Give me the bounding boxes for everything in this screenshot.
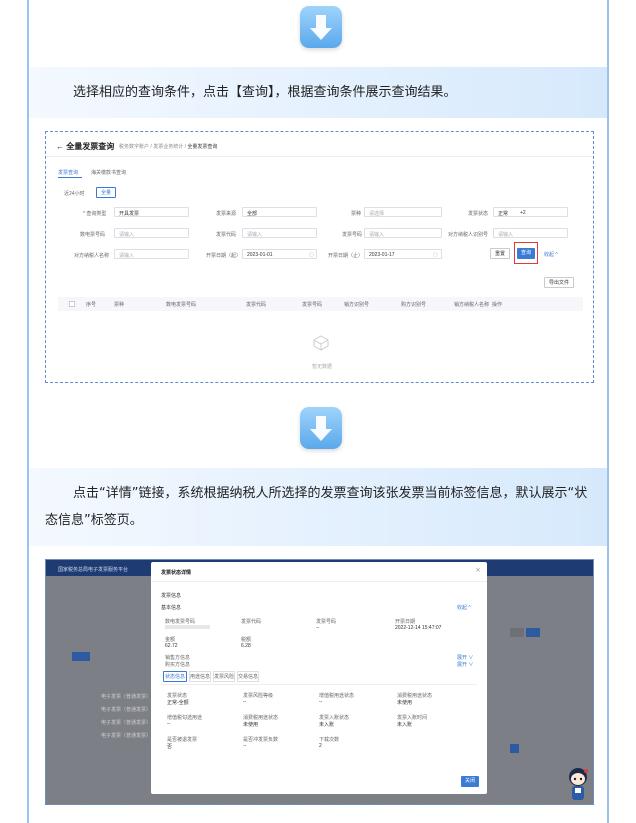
down-arrow-icon — [300, 6, 342, 48]
digital-invoice-number-input[interactable]: 请输入 — [114, 228, 189, 238]
collapse-link[interactable]: 收起 ^ — [457, 604, 471, 611]
invoice-number-input[interactable]: 请输入 — [364, 228, 442, 238]
mascot-image — [566, 766, 590, 802]
export-button[interactable]: 导出文件 — [544, 277, 574, 288]
close-button[interactable]: 关闭 — [461, 776, 479, 787]
query-button[interactable]: 查询 — [517, 248, 535, 259]
tab-customs-query[interactable]: 海关缴款书查询 — [91, 169, 126, 176]
query-screenshot: ← 全量发票查询 税务数字账户 / 发票业务统计 / 全量发票查询 发票查询 海… — [45, 131, 594, 383]
collapse-link[interactable]: 收起 ^ — [544, 251, 558, 258]
empty-text: 暂无数据 — [312, 364, 333, 370]
counterparty-name-input[interactable]: 请输入 — [114, 249, 189, 259]
subtab-24h[interactable]: 近24小时 — [64, 190, 85, 197]
status-select[interactable]: 正常 +2 — [493, 207, 568, 217]
reset-button[interactable]: 重置 — [490, 248, 510, 259]
tab-invoice-query[interactable]: 发票查询 — [58, 169, 78, 176]
expand-seller-link[interactable]: 展开 ∨ — [457, 654, 473, 661]
article-frame: 选择相应的查询条件，点击【查询】，根据查询条件展示查询结果。 ← 全量发票查询 … — [27, 0, 609, 823]
end-date-input[interactable]: 2023-01-17 ▢ — [364, 249, 442, 259]
breadcrumb: 税务数字账户 / 发票业务统计 / 全量发票查询 — [119, 144, 218, 150]
subtab-all[interactable]: 全量 — [96, 187, 116, 198]
start-date-input[interactable]: 2023-01-01 ▢ — [242, 249, 317, 259]
source-select[interactable]: 全部 — [242, 207, 317, 217]
step-instruction-1: 选择相应的查询条件，点击【查询】，根据查询条件展示查询结果。 — [29, 67, 607, 118]
query-type-select[interactable]: 开具发票 — [114, 207, 189, 217]
step-instruction-2: 点击“详情”链接，系统根据纳税人所选择的发票查询该张发票当前标签信息，默认展示“… — [29, 468, 607, 546]
down-arrow-icon — [300, 407, 342, 449]
detail-screenshot: 国家税务总局电子发票服务平台 电子发票（普通发票） 电子发票（普通发票） 电子发… — [45, 559, 594, 805]
tab-status-info[interactable]: 状态信息 — [163, 671, 187, 682]
expand-buyer-link[interactable]: 展开 ∨ — [457, 661, 473, 668]
tab-risk-info[interactable]: 发票风险 — [213, 671, 235, 682]
counterparty-id-input[interactable]: 请输入 — [493, 228, 568, 238]
tab-usage-info[interactable]: 用途信息 — [189, 671, 211, 682]
invoice-type-select[interactable]: 请选择 — [364, 207, 442, 217]
status-detail-dialog: 发票状态详情 × 发票信息 基本信息 收起 ^ 数电发票号码 发票代码 发票号码… — [151, 562, 487, 794]
invoice-code-input[interactable]: 请输入 — [242, 228, 317, 238]
select-all-checkbox[interactable] — [69, 301, 75, 307]
back-arrow-icon[interactable]: ← — [56, 142, 64, 151]
empty-box-icon — [312, 335, 330, 355]
page-title: ← 全量发票查询 — [56, 142, 115, 151]
close-icon[interactable]: × — [475, 566, 481, 574]
tab-trade-info[interactable]: 交易信息 — [237, 671, 259, 682]
